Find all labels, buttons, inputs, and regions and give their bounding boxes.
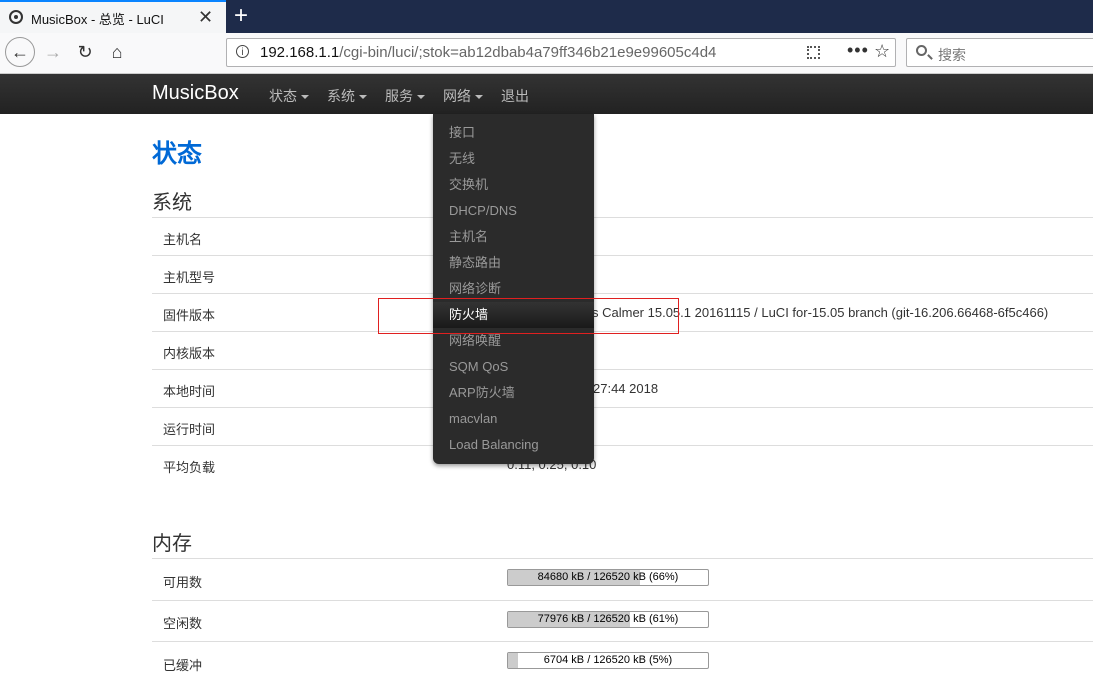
progress-text: 6704 kB / 126520 kB (5%) [543,654,673,666]
menu-label: 退出 [501,88,529,104]
info-icon[interactable]: i [236,45,249,58]
row-label: 主机型号 [163,270,216,285]
row-value: 27:44 2018 [593,381,659,396]
browser-tab-bar: MusicBox - 总览 - LuCI ✕ + [0,0,1093,33]
memory-row: 空闲数 77976 kB / 126520 kB (61%) [152,600,1093,642]
dropdown-item-sqm-qos[interactable]: SQM QoS [433,354,594,380]
search-placeholder: 搜索 [938,47,966,63]
system-row: 主机名 [152,217,1093,256]
annotation-highlight-box [378,298,679,334]
memory-progress-bar: 84680 kB / 126520 kB (66%) [507,569,709,586]
system-row: 本地时间 27:44 2018 [152,369,1093,408]
forward-arrow-icon[interactable]: → [38,37,68,67]
progress-text: 77976 kB / 126520 kB (61%) [537,613,679,625]
dropdown-item-interfaces[interactable]: 接口 [433,120,594,146]
row-label: 可用数 [163,575,203,590]
memory-row: 可用数 84680 kB / 126520 kB (66%) [152,558,1093,600]
caret-down-icon [475,95,483,100]
dropdown-item-macvlan[interactable]: macvlan [433,406,594,432]
dropdown-item-dhcp-dns[interactable]: DHCP/DNS [433,198,594,224]
menu-network[interactable]: 网络 [443,86,483,106]
new-tab-button[interactable]: + [230,2,252,30]
caret-down-icon [417,95,425,100]
menu-services[interactable]: 服务 [385,86,425,106]
system-row: 内核版本 [152,331,1093,370]
dropdown-item-hostnames[interactable]: 主机名 [433,224,594,250]
menu-logout[interactable]: 退出 [501,86,529,106]
row-label: 已缓冲 [163,658,203,673]
system-row: 平均负载 0.11, 0.25, 0.10 [152,445,1093,484]
bookmark-star-icon[interactable]: ☆ [874,41,890,62]
back-arrow-icon[interactable]: ← [5,37,35,67]
network-dropdown-menu: 接口 无线 交换机 DHCP/DNS 主机名 静态路由 网络诊断 防火墙 网络唤… [433,114,594,464]
dropdown-item-switch[interactable]: 交换机 [433,172,594,198]
progress-text: 84680 kB / 126520 kB (66%) [537,571,679,583]
menu-label: 状态 [269,88,297,104]
row-label: 主机名 [163,232,203,247]
memory-progress-bar: 6704 kB / 126520 kB (5%) [507,652,709,669]
row-label: 空闲数 [163,616,203,631]
favicon-icon [9,10,23,24]
menu-status[interactable]: 状态 [269,86,309,106]
dropdown-item-wireless[interactable]: 无线 [433,146,594,172]
system-row: 主机型号 [152,255,1093,294]
memory-row: 已缓冲 6704 kB / 126520 kB (5%) [152,641,1093,683]
home-icon[interactable]: ⌂ [102,37,132,67]
menu-system[interactable]: 系统 [327,86,367,106]
tab-title: MusicBox - 总览 - LuCI [31,12,164,27]
system-row: 运行时间 [152,407,1093,446]
qr-code-icon[interactable] [807,46,820,59]
row-label: 平均负载 [163,460,216,475]
browser-toolbar: ← → ↻ ⌂ i 192.168.1.1/cgi-bin/luci/;stok… [0,33,1093,74]
luci-header: MusicBox 状态 系统 服务 网络 退出 [0,74,1093,114]
memory-progress-bar: 77976 kB / 126520 kB (61%) [507,611,709,628]
menu-label: 服务 [385,88,413,104]
row-label: 内核版本 [163,346,216,361]
row-label: 固件版本 [163,308,216,323]
search-input[interactable]: 搜索 [906,38,1093,67]
system-heading: 系统 [152,192,192,214]
row-label: 运行时间 [163,422,216,437]
url-path: /cgi-bin/luci/;stok=ab12dbab4a79ff346b21… [339,44,717,61]
row-label: 本地时间 [163,384,216,399]
url-text[interactable]: 192.168.1.1/cgi-bin/luci/;stok=ab12dbab4… [260,44,716,61]
search-icon [916,45,927,56]
menu-label: 系统 [327,88,355,104]
dropdown-item-arp-firewall[interactable]: ARP防火墙 [433,380,594,406]
menu-label: 网络 [443,88,471,104]
dropdown-item-load-balancing[interactable]: Load Balancing [433,432,594,458]
url-host: 192.168.1.1 [260,44,340,61]
dropdown-item-static-routes[interactable]: 静态路由 [433,250,594,276]
browser-tab[interactable]: MusicBox - 总览 - LuCI ✕ [0,0,226,33]
page-actions-icon[interactable]: ••• [847,40,869,61]
caret-down-icon [301,95,309,100]
brand-logo[interactable]: MusicBox [152,82,239,105]
caret-down-icon [359,95,367,100]
close-icon[interactable]: ✕ [198,7,213,28]
page-title: 状态 [152,140,203,168]
reload-icon[interactable]: ↻ [70,37,100,67]
address-bar[interactable]: i 192.168.1.1/cgi-bin/luci/;stok=ab12dba… [226,38,896,67]
memory-heading: 内存 [152,533,192,555]
